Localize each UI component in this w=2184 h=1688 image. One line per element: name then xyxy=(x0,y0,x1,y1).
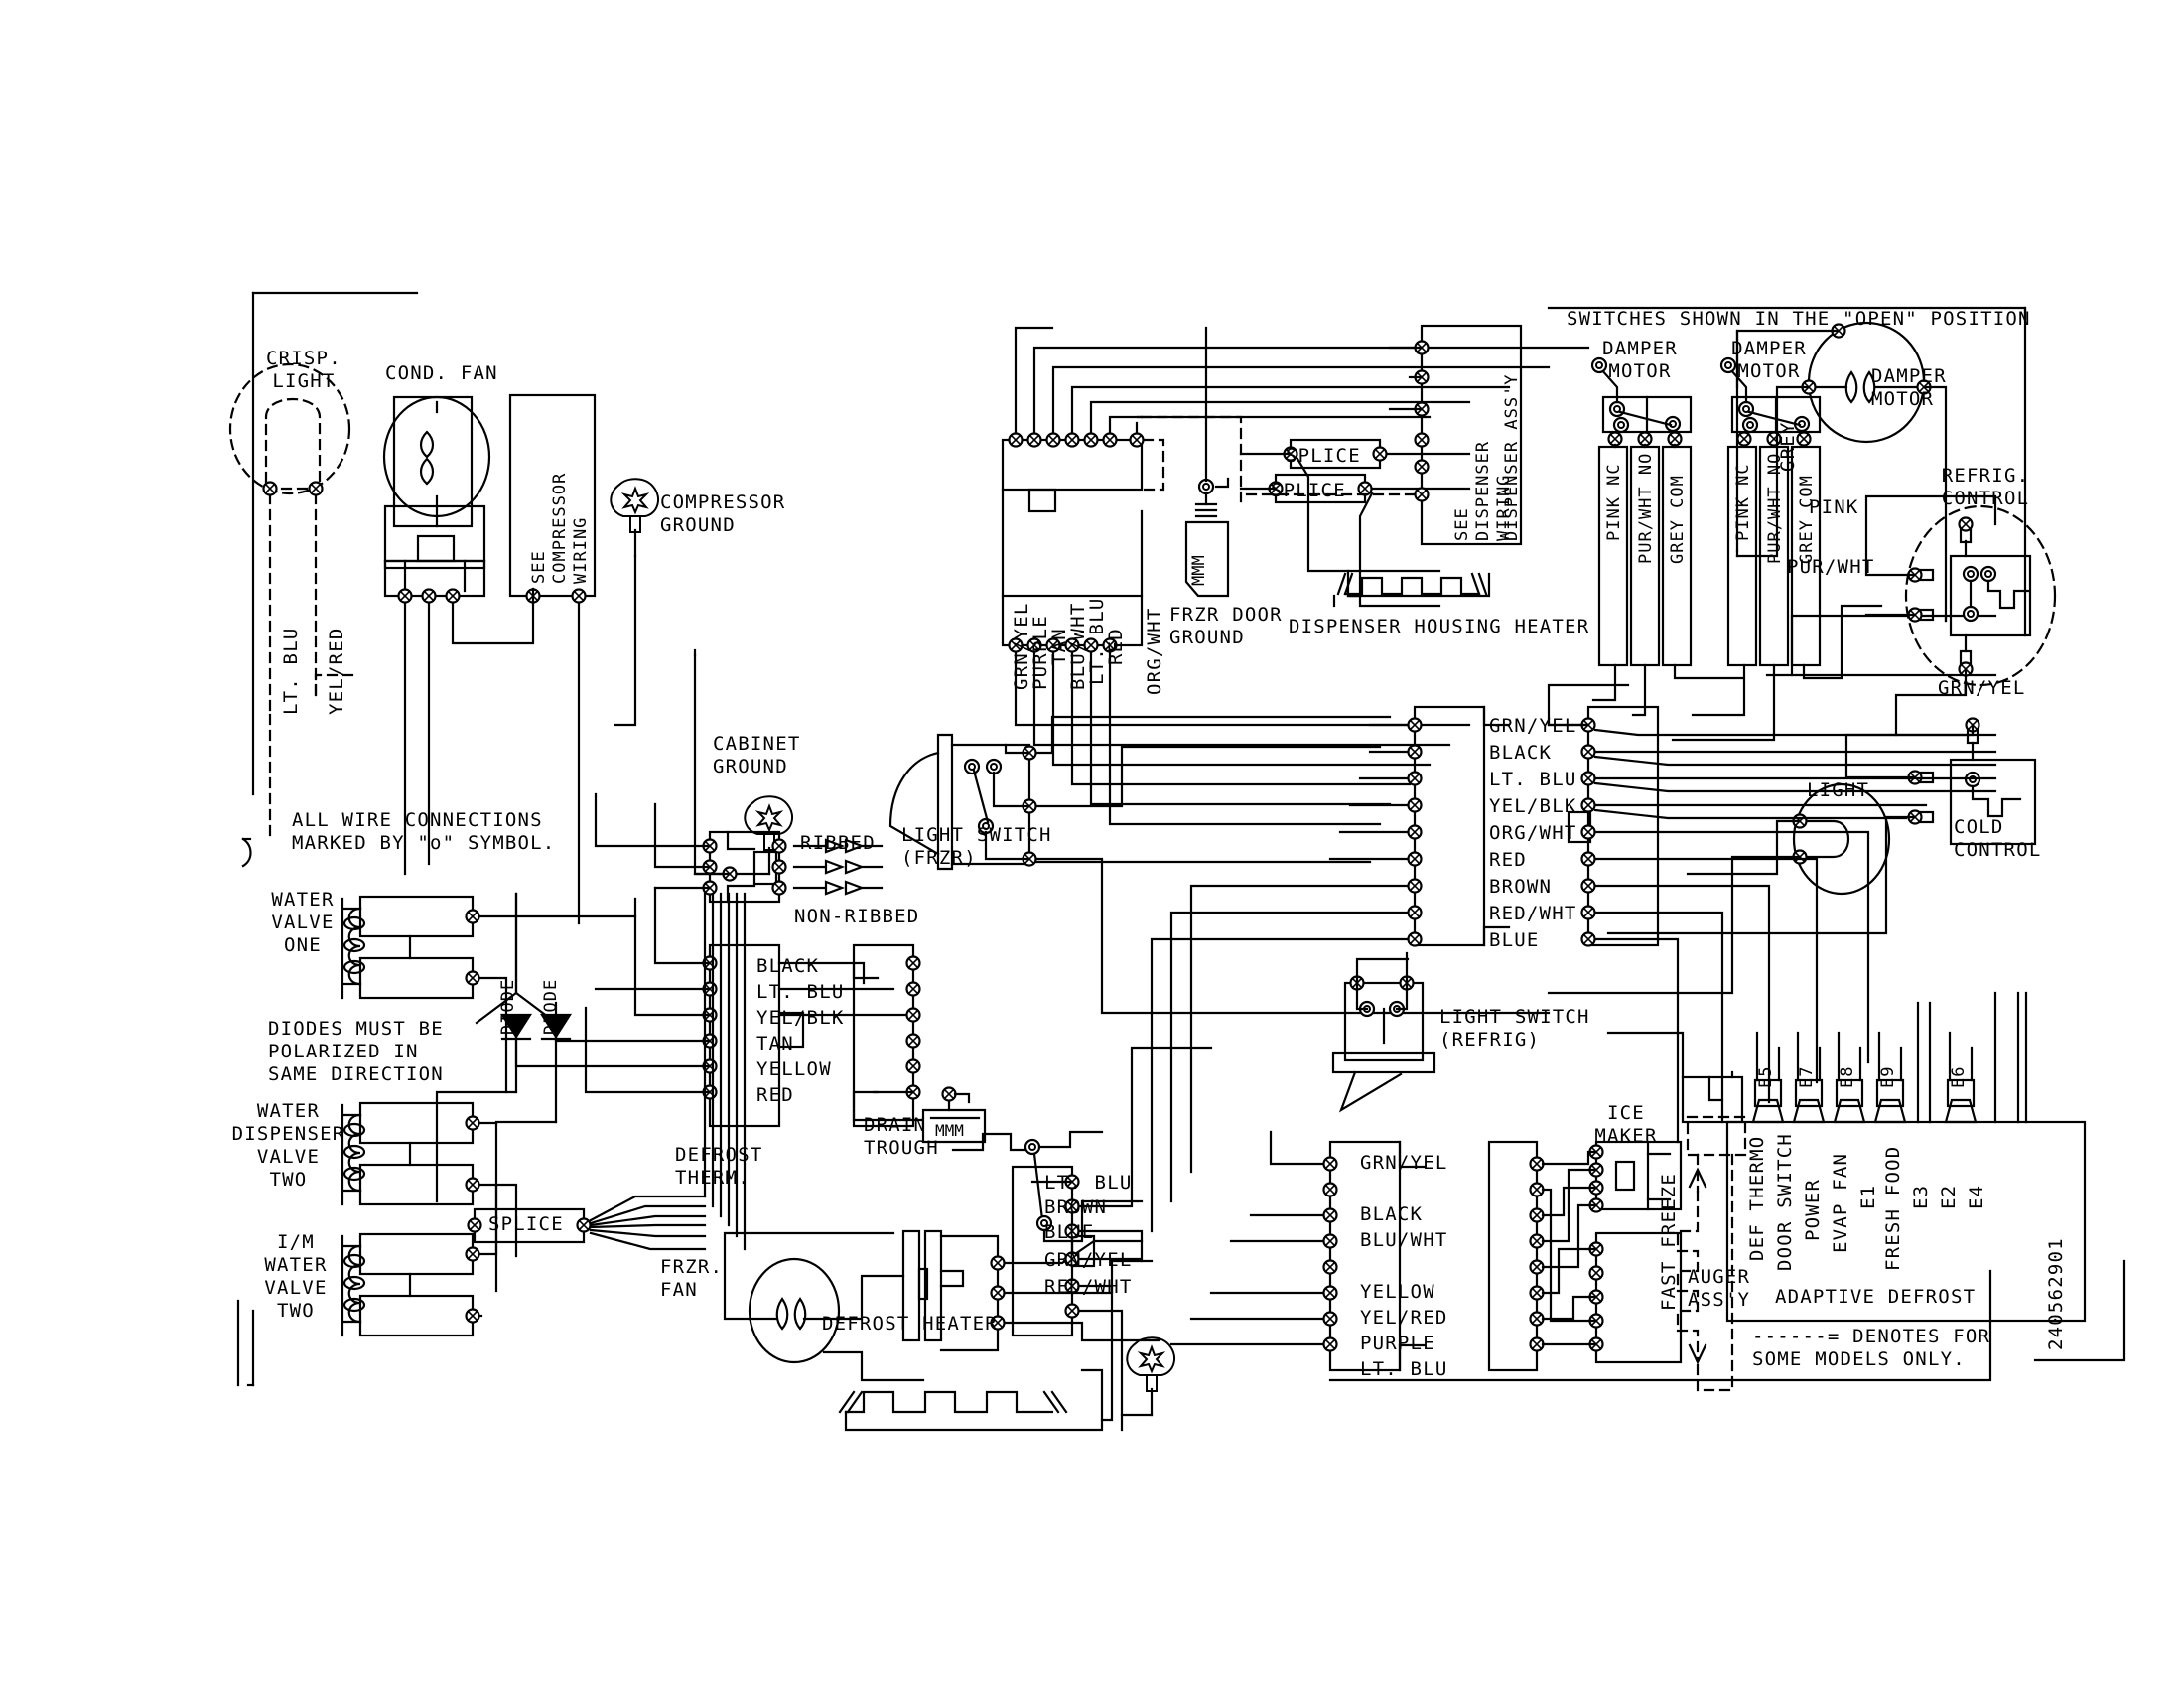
label-tab-e5: E5 xyxy=(1756,1065,1776,1088)
label-wire-purwht: PUR/WHT xyxy=(1787,556,1875,578)
label-cond-fan: COND. FAN xyxy=(385,362,498,384)
label-wire-red-h: RED xyxy=(1105,628,1127,665)
label-wire-tan-c: TAN xyxy=(756,1033,794,1055)
label-tab-e9: E9 xyxy=(1878,1065,1898,1088)
label-fast-freeze: FAST FREEZE xyxy=(1658,1172,1680,1311)
label-wire-redwht-d: RED/WHT xyxy=(1044,1276,1133,1298)
label-frzr-door-ground: FRZR DOOR GROUND xyxy=(1169,604,1283,648)
label-pin-power: POWER xyxy=(1802,1178,1824,1241)
note-wire-connections: ALL WIRE CONNECTIONS MARKED BY "o" SYMBO… xyxy=(292,809,556,854)
label-wire-red-c: RED xyxy=(756,1084,794,1106)
label-water-dispenser-valve-two: WATER DISPENSER VALVE TWO xyxy=(231,1100,345,1191)
label-wire-brown-m: BROWN xyxy=(1489,876,1553,898)
label-frzr-fan: FRZR. FAN xyxy=(660,1256,724,1301)
label-damper-motor-1: DAMPER MOTOR xyxy=(1602,338,1678,382)
label-wire-grnyel-d: GRN/YEL xyxy=(1044,1249,1133,1271)
label-light: LIGHT xyxy=(1807,779,1870,801)
label-wire-yel-red-crisp: YEL/RED xyxy=(326,627,347,715)
label-wire-yellow-c: YELLOW xyxy=(756,1058,832,1080)
label-damper2-pink-nc: PINK NC xyxy=(1733,463,1753,541)
label-wire-orgwht-h: ORG/WHT xyxy=(1144,607,1165,695)
label-wire-black-m: BLACK xyxy=(1489,742,1553,764)
note-diodes-polarized: DIODES MUST BE POLARIZED IN SAME DIRECTI… xyxy=(268,1018,444,1085)
label-wire-orgwht-m: ORG/WHT xyxy=(1489,822,1577,844)
label-cabinet-ground: CABINET GROUND xyxy=(713,733,801,777)
note-switches-open-position: SWITCHES SHOWN IN THE "OPEN" POSITION xyxy=(1567,308,2031,330)
wiring-diagram-page: MMM MMM CRISP. LIGHT LT. BLU YEL/RED CON… xyxy=(0,0,2184,1688)
label-wire-pink: PINK xyxy=(1809,496,1859,518)
label-dispenser-assy: DISPENSER ASS'Y xyxy=(1502,373,1522,541)
label-wire-bluwht-im: BLU/WHT xyxy=(1360,1229,1448,1251)
label-wire-red-m: RED xyxy=(1489,849,1527,871)
label-pin-fresh-food: FRESH FOOD xyxy=(1882,1145,1904,1271)
label-pin-evap-fan: EVAP FAN xyxy=(1830,1152,1851,1253)
label-wire-grnyel-m: GRN/YEL xyxy=(1489,715,1577,737)
label-wire-ltblu-im: LT. BLU xyxy=(1360,1358,1448,1380)
label-damper1-purwht-no: PUR/WHT NO xyxy=(1636,452,1656,564)
label-cold-control: COLD CONTROL xyxy=(1954,816,2042,861)
label-damper1-grey-com: GREY COM xyxy=(1668,475,1688,564)
label-diode-left: DIODE xyxy=(498,978,518,1035)
label-wire-redwht-m: RED/WHT xyxy=(1489,903,1577,924)
label-splice-top-a: SPLICE xyxy=(1286,445,1361,467)
label-damper2-grey-com: GREY COM xyxy=(1797,475,1817,564)
label-wire-purple-im: PURPLE xyxy=(1360,1333,1435,1354)
label-tab-e8: E8 xyxy=(1838,1065,1857,1088)
label-see-compressor-wiring: SEE COMPRESSOR WIRING xyxy=(529,472,591,584)
label-wire-ltblu-m: LT. BLU xyxy=(1489,769,1577,790)
label-ribbed: RIBBED xyxy=(800,832,876,854)
label-splice-left: SPLICE xyxy=(488,1213,564,1235)
label-refrig-control: REFRIG. CONTROL xyxy=(1941,465,2030,509)
label-wire-blue-m: BLUE xyxy=(1489,929,1540,951)
label-light-switch-refrig: LIGHT SWITCH (REFRIG) xyxy=(1439,1006,1590,1051)
label-wire-grnyel-rc: GRN/YEL xyxy=(1938,677,2026,699)
label-non-ribbed: NON-RIBBED xyxy=(794,906,920,927)
label-diode-right: DIODE xyxy=(541,978,561,1035)
note-denotes-some-models: ------= DENOTES FOR SOME MODELS ONLY. xyxy=(1752,1326,1991,1370)
label-drawing-number: 240562901 xyxy=(2045,1237,2067,1350)
label-damper1-pink-nc: PINK NC xyxy=(1604,463,1624,541)
label-crisp-light: CRISP. LIGHT xyxy=(266,348,341,392)
svg-text:MMM: MMM xyxy=(935,1121,964,1140)
label-pin-e1: E1 xyxy=(1857,1184,1879,1209)
label-pin-e4: E4 xyxy=(1966,1184,1987,1209)
label-auger-assy: AUGER ASS'Y xyxy=(1688,1266,1751,1311)
label-defrost-heater: DEFROST HEATER xyxy=(822,1313,998,1335)
label-water-valve-one: WATER VALVE ONE xyxy=(271,889,335,956)
svg-text:MMM: MMM xyxy=(1189,555,1209,586)
label-pin-door-switch: DOOR SWITCH xyxy=(1774,1132,1796,1271)
label-defrost-therm: DEFROST THERM. xyxy=(675,1144,763,1189)
label-wire-yelblk-m: YEL/BLK xyxy=(1489,795,1577,817)
label-im-water-valve-two: I/M WATER VALVE TWO xyxy=(264,1231,328,1322)
label-pin-e3: E3 xyxy=(1910,1184,1932,1209)
label-wire-yellow-im: YELLOW xyxy=(1360,1281,1435,1303)
label-wire-yelblk-c: YEL/BLK xyxy=(756,1007,845,1029)
label-dispenser-housing-heater: DISPENSER HOUSING HEATER xyxy=(1289,616,1590,637)
label-wire-black-c: BLACK xyxy=(756,955,820,977)
label-wire-lt-blu-crisp: LT. BLU xyxy=(280,627,302,715)
label-wire-blue-d: BLUE xyxy=(1044,1221,1095,1243)
label-pin-e2: E2 xyxy=(1938,1184,1960,1209)
label-splice-top-b: SPLICE xyxy=(1271,480,1346,501)
label-wire-grey: GREY xyxy=(1777,421,1799,472)
label-wire-ltblu-d: LT. BLU xyxy=(1044,1172,1133,1194)
label-drain-trough: DRAIN TROUGH xyxy=(864,1114,939,1159)
label-wire-brown-d: BROWN xyxy=(1044,1196,1108,1218)
label-pin-def-thermo: DEF THERMO xyxy=(1746,1135,1768,1261)
label-adaptive-defrost: ADAPTIVE DEFROST xyxy=(1775,1286,1977,1308)
label-wire-grnyel-im: GRN/YEL xyxy=(1360,1152,1448,1174)
label-compressor-ground: COMPRESSOR GROUND xyxy=(660,492,786,536)
label-wire-yelred-im: YEL/RED xyxy=(1360,1307,1448,1329)
label-light-switch-frzr: LIGHT SWITCH (FRZR) xyxy=(901,824,1052,869)
label-wire-black-im: BLACK xyxy=(1360,1203,1424,1225)
label-ice-maker: ICE MAKER xyxy=(1594,1102,1658,1147)
label-wire-ltblu-c: LT. BLU xyxy=(756,981,845,1003)
label-tab-e6: E6 xyxy=(1949,1065,1969,1088)
label-tab-e7: E7 xyxy=(1797,1065,1817,1088)
label-damper-motor-3: DAMPER MOTOR xyxy=(1871,365,1947,410)
label-damper-motor-2: DAMPER MOTOR xyxy=(1731,338,1807,382)
